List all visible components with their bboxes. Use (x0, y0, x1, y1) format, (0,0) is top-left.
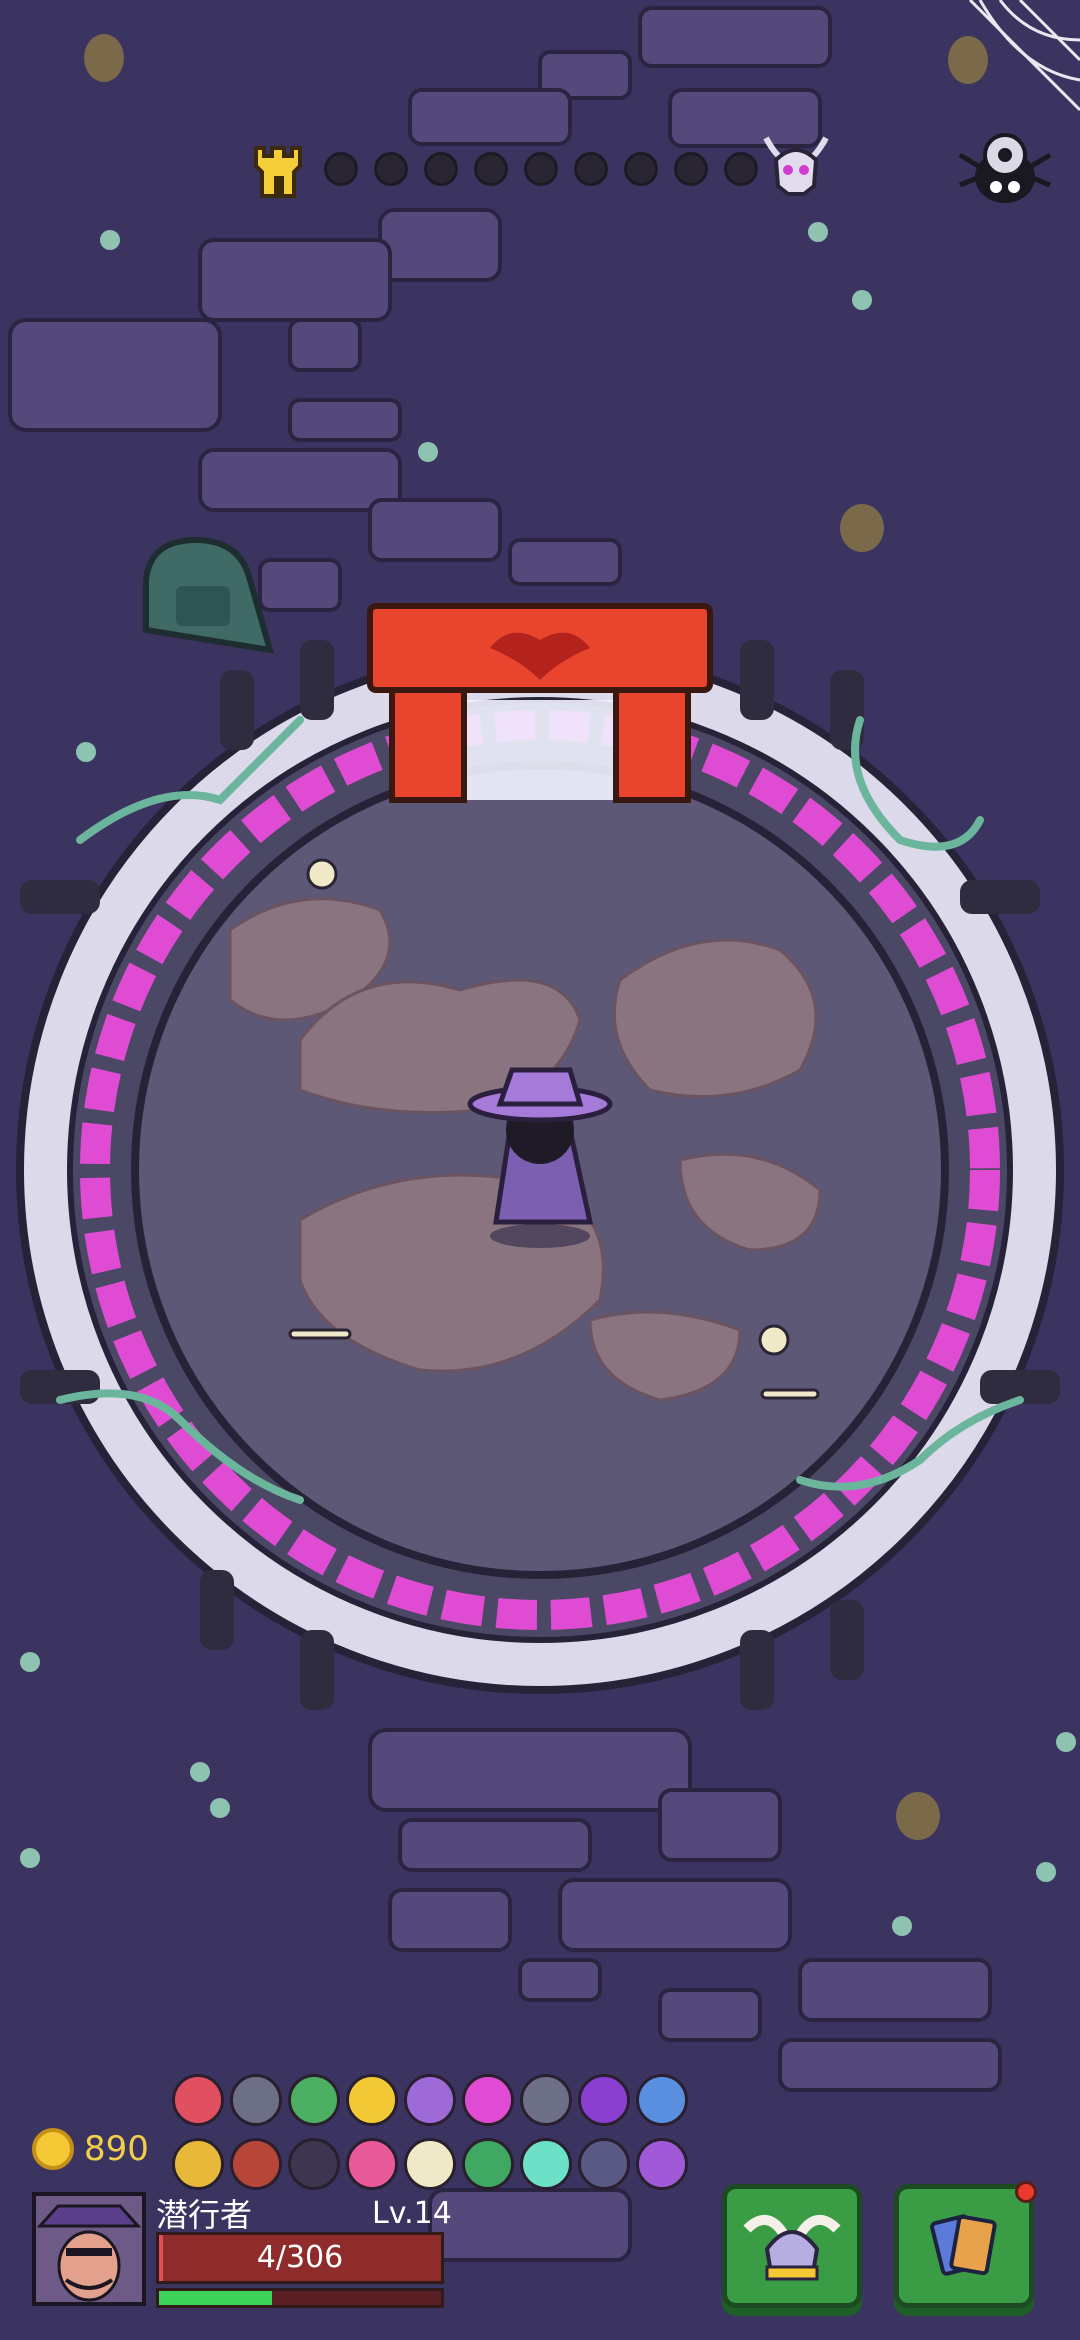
stage-dot (424, 152, 458, 186)
stage-dot (624, 152, 658, 186)
relic-row (172, 2132, 692, 2196)
stage-dot (724, 152, 758, 186)
pink-flower-icon[interactable] (462, 2074, 514, 2126)
cards-button[interactable] (894, 2181, 1037, 2308)
gear-spider-icon[interactable] (950, 115, 1060, 215)
gate-light (440, 700, 640, 800)
bone-icon[interactable] (404, 2138, 456, 2190)
player-name: 潜行者 (156, 2196, 253, 2234)
paw-badge-icon[interactable] (578, 2138, 630, 2190)
gold-coin-icon[interactable] (346, 2074, 398, 2126)
relic-row (172, 2068, 692, 2132)
dark-claw-icon[interactable] (288, 2138, 340, 2190)
stone-face-icon[interactable] (230, 2074, 282, 2126)
purple-web-icon[interactable] (404, 2074, 456, 2126)
pink-virus-icon[interactable] (346, 2138, 398, 2190)
health-text: 4/306 (256, 2240, 344, 2275)
stage-dot (324, 152, 358, 186)
purple-demon-icon[interactable] (578, 2074, 630, 2126)
stage-dot (574, 152, 608, 186)
coin-counter: 890 (32, 2128, 149, 2170)
bat-gate (367, 603, 713, 803)
stage-dot (474, 152, 508, 186)
stone-face-icon[interactable] (520, 2074, 572, 2126)
experience-fill (159, 2291, 272, 2305)
equipment-button[interactable] (722, 2184, 862, 2308)
notification-dot (1015, 2181, 1037, 2203)
green-slime-icon[interactable] (288, 2074, 340, 2126)
stage-dots (324, 152, 758, 186)
demon-skull-icon (763, 136, 829, 196)
stage-dot (374, 152, 408, 186)
stage-dot (524, 152, 558, 186)
blue-flame-icon[interactable] (636, 2074, 688, 2126)
winged-helmet-icon (743, 2215, 841, 2281)
yellow-key-icon[interactable] (172, 2138, 224, 2190)
green-tentacle-icon[interactable] (462, 2138, 514, 2190)
coin-amount: 890 (84, 2129, 149, 2169)
potion-icon[interactable] (520, 2138, 572, 2190)
shield-badge-icon[interactable] (636, 2138, 688, 2190)
game-scene (0, 0, 1080, 2340)
health-bar: 4/306 (156, 2232, 444, 2284)
cards-icon (930, 2214, 997, 2276)
heart-lock-icon[interactable] (172, 2074, 224, 2126)
red-shield-icon[interactable] (230, 2138, 282, 2190)
relic-inventory (172, 2068, 692, 2196)
stage-dot (674, 152, 708, 186)
player-level: Lv.14 (372, 2196, 452, 2231)
tower-icon (254, 146, 302, 198)
rogue-portrait-icon (36, 2196, 142, 2302)
avatar[interactable] (32, 2192, 146, 2306)
experience-bar (156, 2288, 444, 2308)
coin-icon (32, 2128, 74, 2170)
stage-progress (250, 130, 829, 210)
